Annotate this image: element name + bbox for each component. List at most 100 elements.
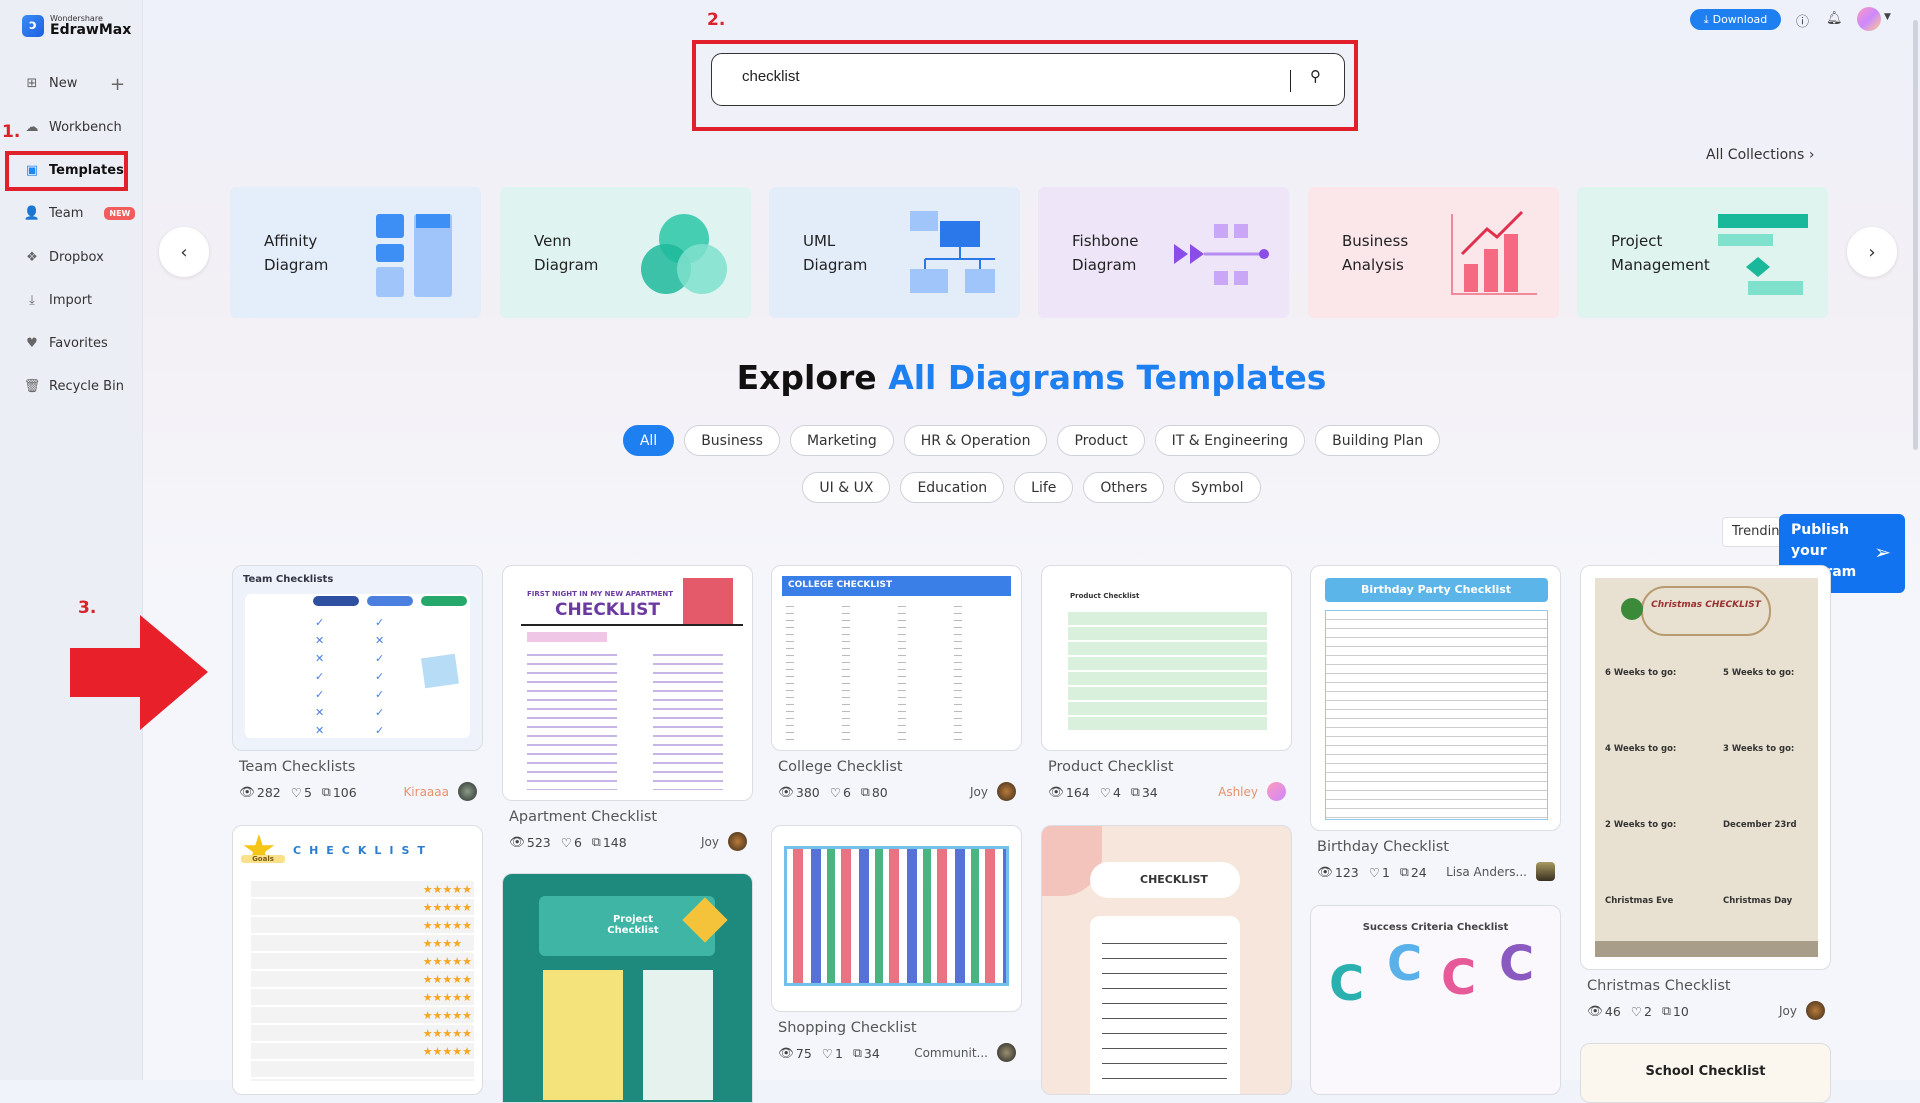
carousel-next-button[interactable]: › (1847, 227, 1897, 277)
filter-chip[interactable]: Building Plan (1315, 425, 1441, 456)
author[interactable]: Ashley (1218, 785, 1258, 799)
plus-square-icon: ⊞ (26, 75, 38, 91)
bar-chart-illustration (1451, 210, 1537, 295)
copies: 80 (871, 784, 888, 800)
template-card-school-checklist[interactable]: School Checklist (1580, 1043, 1831, 1103)
sidebar-item-workbench[interactable]: ☁ Workbench (24, 119, 122, 135)
filter-chip[interactable]: Others (1083, 472, 1165, 503)
category-venn-diagram[interactable]: Venn Diagram (500, 187, 751, 318)
card-title[interactable]: Apartment Checklist (509, 809, 753, 825)
sidebar-item-dropbox[interactable]: ❖ Dropbox (24, 249, 104, 265)
search-input[interactable] (742, 68, 1262, 85)
thumbnail[interactable]: Team Checklists ✓ ✕ ✕ ✓ ✓ ✕ ✕ ✓ ✕ ✓ ✓ ✓ ✓ ✓ (232, 565, 483, 751)
card-title[interactable]: Product Checklist (1048, 759, 1292, 775)
filter-chip[interactable]: Product (1057, 425, 1145, 456)
thumbnail[interactable]: ★ Goals CHECKLIST ★★★★★ ★★★★★ ★★★★★ ★★★★ ★★★… (232, 825, 483, 1095)
sidebar-item-import[interactable]: ⤓ Import (24, 292, 92, 308)
filter-chip[interactable]: Life (1014, 472, 1074, 503)
label: Project (1611, 231, 1663, 250)
filter-chip[interactable]: Symbol (1174, 472, 1261, 503)
category-affinity-diagram[interactable]: Affinity Diagram (230, 187, 481, 318)
new-plus-button[interactable]: + (110, 74, 125, 95)
send-icon: ➢ (1874, 540, 1891, 564)
gantt-illustration (1718, 214, 1808, 295)
template-card-team-checklists[interactable]: Team Checklists ✓ ✕ ✕ ✓ ✓ ✕ ✕ ✓ ✕ ✓ ✓ ✓ ✓ ✓ Team Che… (232, 565, 483, 802)
card-title[interactable]: Christmas Checklist (1587, 978, 1831, 994)
filter-chip[interactable]: Education (900, 472, 1005, 503)
likes: 2 (1644, 1003, 1652, 1019)
thumbnail[interactable]: COLLEGE CHECKLIST (771, 565, 1022, 751)
category-uml-diagram[interactable]: UML Diagram (769, 187, 1020, 318)
author-avatar[interactable] (997, 782, 1016, 801)
template-card-product-checklist[interactable]: Product Checklist Product Checklist 👁︎ 16… (1041, 565, 1292, 802)
category-fishbone-diagram[interactable]: Fishbone Diagram (1038, 187, 1289, 318)
thumb-subtitle: FIRST NIGHT IN MY NEW APARTMENT (527, 590, 674, 598)
template-card-apartment-checklist[interactable]: FIRST NIGHT IN MY NEW APARTMENT CHECKLIS… (502, 565, 753, 852)
template-card-goals-checklist[interactable]: ★ Goals CHECKLIST ★★★★★ ★★★★★ ★★★★★ ★★★★ ★★★… (232, 825, 483, 1095)
author[interactable]: Joy (701, 835, 719, 849)
author[interactable]: Joy (1779, 1004, 1797, 1018)
thumbnail[interactable]: Christmas CHECKLIST 6 Weeks to go: 5 Week… (1580, 565, 1831, 970)
card-title[interactable]: Birthday Checklist (1317, 839, 1561, 855)
heart-icon: ♡ (1099, 784, 1111, 800)
template-card-success-criteria-checklist[interactable]: Success Criteria Checklist C C C C (1310, 905, 1561, 1095)
author-avatar[interactable] (728, 832, 747, 851)
card-title[interactable]: College Checklist (778, 759, 1022, 775)
label: Management (1611, 255, 1710, 274)
help-icon[interactable]: ⓘ (1796, 11, 1809, 30)
thumbnail[interactable]: Project Checklist (502, 873, 753, 1103)
category-business-analysis[interactable]: Business Analysis (1308, 187, 1559, 318)
thumbnail[interactable] (771, 825, 1022, 1012)
sidebar-item-recycle-bin[interactable]: 🗑 Recycle Bin (24, 378, 124, 394)
author-avatar[interactable] (1267, 782, 1286, 801)
template-card-college-checklist[interactable]: COLLEGE CHECKLIST College Checklist 👁︎ 38… (771, 565, 1022, 802)
carousel-prev-button[interactable]: ‹ (159, 227, 209, 277)
download-button[interactable]: ⤓ Download (1690, 9, 1781, 30)
sidebar-item-team[interactable]: 👤 Team NEW (24, 205, 136, 221)
thumbnail[interactable]: Success Criteria Checklist C C C C (1310, 905, 1561, 1095)
template-card-christmas-checklist[interactable]: Christmas CHECKLIST 6 Weeks to go: 5 Week… (1580, 565, 1831, 1021)
label: Publish (1791, 522, 1850, 538)
author-avatar[interactable] (1806, 1001, 1825, 1020)
search-divider (1290, 70, 1291, 92)
thumbnail[interactable]: School Checklist (1580, 1043, 1831, 1103)
thumbnail[interactable]: Product Checklist (1041, 565, 1292, 751)
search-icon[interactable]: ⚲ (1310, 67, 1321, 85)
card-title[interactable]: Shopping Checklist (778, 1020, 1022, 1036)
filter-chip[interactable]: Marketing (789, 425, 894, 456)
author[interactable]: Kiraaaa (403, 785, 449, 799)
sidebar-item-new[interactable]: ⊞ New (24, 75, 78, 91)
author-avatar[interactable] (997, 1043, 1016, 1062)
label: Recycle Bin (49, 378, 124, 394)
logo[interactable]: ↄ Wondershare EdrawMax (22, 14, 131, 37)
template-card-birthday-checklist[interactable]: Birthday Party Checklist Birthday Checkl… (1310, 565, 1561, 882)
filter-chip[interactable]: UI & UX (802, 472, 891, 503)
filter-chip[interactable]: All (622, 425, 675, 456)
filter-chip[interactable]: Business (684, 425, 780, 456)
sidebar-item-favorites[interactable]: ♥ Favorites (24, 335, 108, 351)
thumbnail[interactable]: Birthday Party Checklist (1310, 565, 1561, 831)
card-title[interactable]: Team Checklists (239, 759, 483, 775)
filter-chip[interactable]: HR & Operation (903, 425, 1048, 456)
author-avatar[interactable] (458, 782, 477, 801)
chevron-down-icon[interactable]: ▼ (1884, 12, 1891, 22)
thumb-title: COLLEGE CHECKLIST (788, 580, 893, 590)
thumbnail[interactable]: FIRST NIGHT IN MY NEW APARTMENT CHECKLIS… (502, 565, 753, 801)
template-card-checklist[interactable]: CHECKLIST (1041, 825, 1292, 1095)
author[interactable]: Joy (970, 785, 988, 799)
template-card-shopping-checklist[interactable]: Shopping Checklist 👁︎ 75 ♡ 1 ⧉ 34 Communit... (771, 825, 1022, 1063)
label: Diagram (534, 255, 599, 274)
filter-chip[interactable]: IT & Engineering (1154, 425, 1306, 456)
author[interactable]: Communit... (914, 1046, 988, 1060)
author-avatar[interactable] (1536, 862, 1555, 881)
thumbnail[interactable]: CHECKLIST (1041, 825, 1292, 1095)
category-project-management[interactable]: Project Management (1577, 187, 1828, 318)
copies: 34 (863, 1045, 880, 1061)
dropbox-icon: ❖ (26, 249, 38, 265)
author[interactable]: Lisa Anders... (1446, 865, 1527, 879)
all-collections-link[interactable]: All Collections › (1706, 147, 1814, 163)
user-avatar[interactable] (1857, 7, 1881, 31)
template-card-project-checklist[interactable]: Project Checklist (502, 873, 753, 1103)
bell-icon[interactable]: 🔔︎ (1826, 11, 1843, 26)
likes: 6 (842, 784, 851, 800)
